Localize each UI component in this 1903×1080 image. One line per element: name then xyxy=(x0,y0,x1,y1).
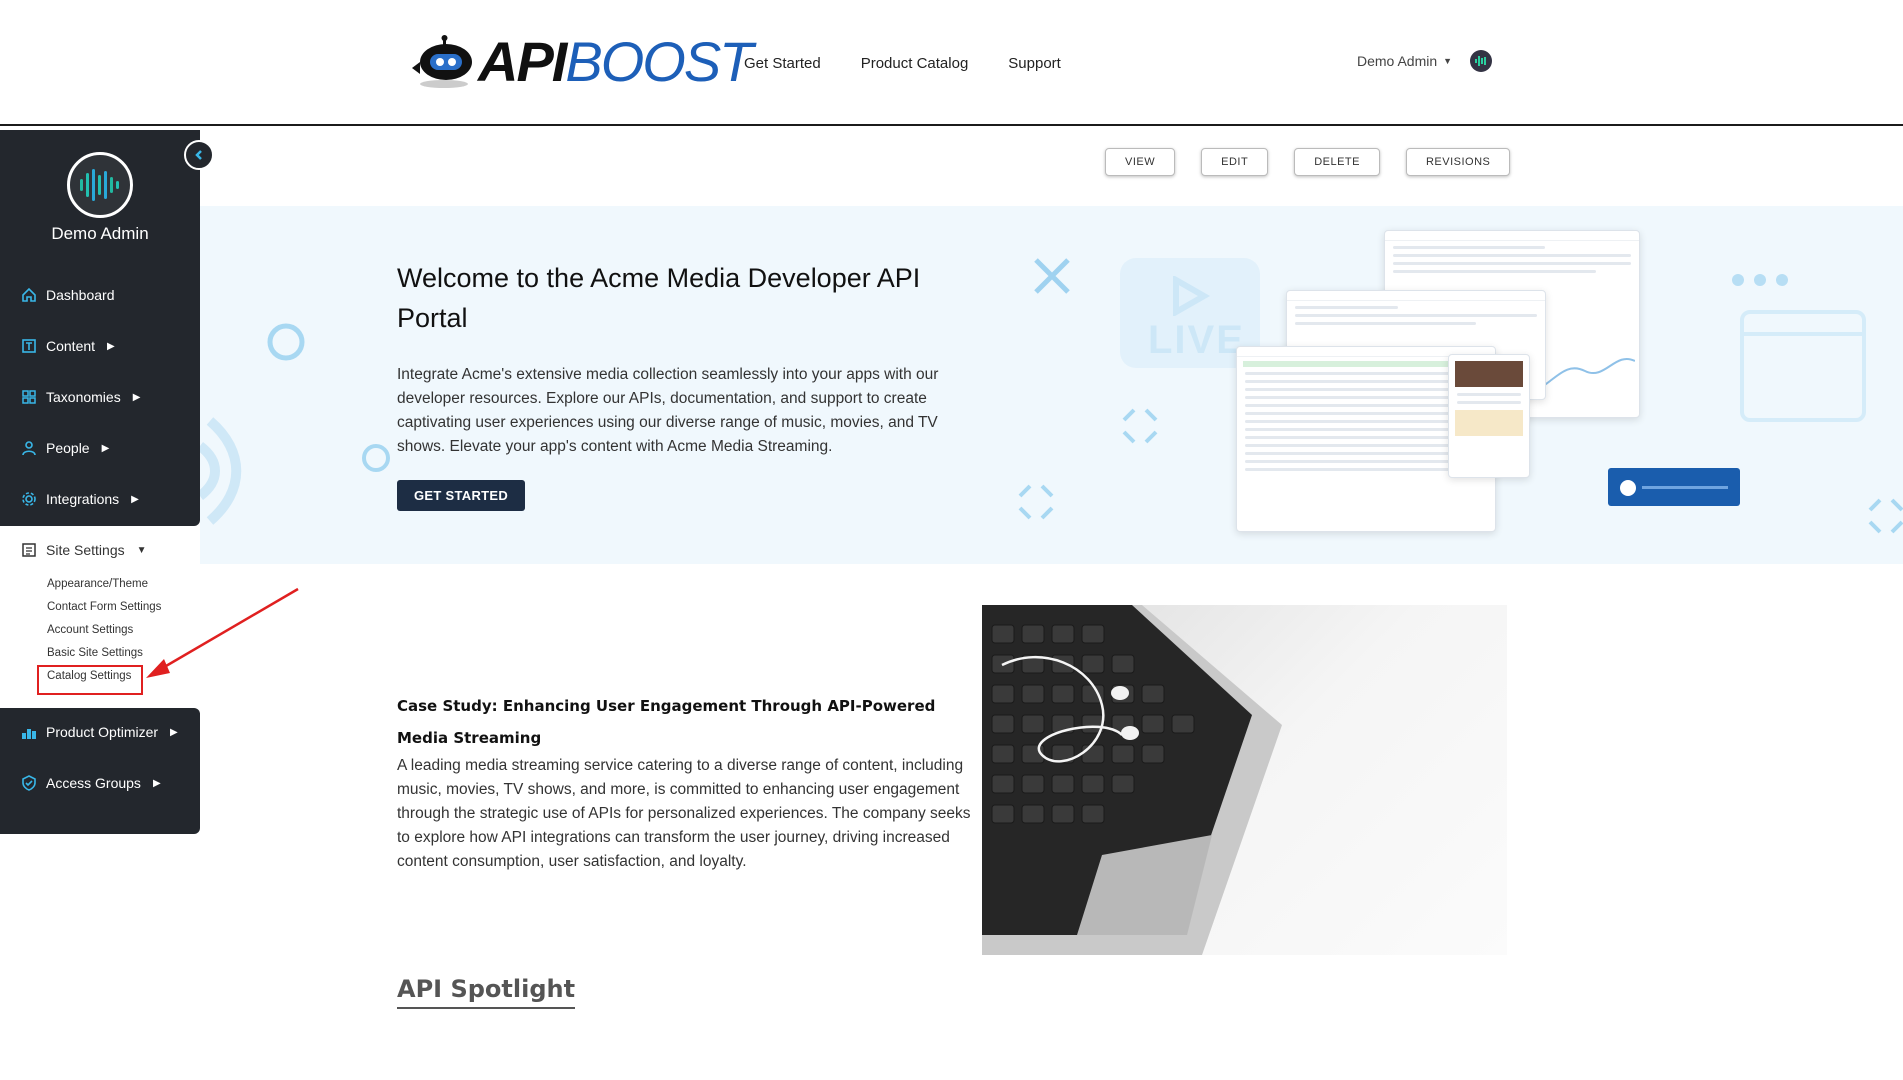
logo-api-text: API xyxy=(478,30,567,93)
node-actions: VIEW EDIT DELETE REVISIONS xyxy=(1105,148,1511,176)
sidebar-collapse-button[interactable] xyxy=(184,140,214,170)
chevron-right-icon: ▶ xyxy=(107,340,115,352)
sidebar-item-label: Taxonomies xyxy=(46,389,121,405)
hero-banner: LIVE Welcome to the Acme Media Developer… xyxy=(200,206,1903,564)
sidebar-item-integrations[interactable]: Integrations ▶ xyxy=(20,490,139,508)
optimizer-icon xyxy=(20,723,38,741)
sidebar-subitem-account[interactable]: Account Settings xyxy=(47,624,133,636)
sidebar-item-label: Access Groups xyxy=(46,775,141,791)
soundwave-deco-icon xyxy=(200,417,242,525)
case-study-title: Case Study: Enhancing User Engagement Th… xyxy=(397,697,936,747)
play-icon xyxy=(1173,276,1211,316)
case-study-description: A leading media streaming service cateri… xyxy=(397,757,971,870)
header-avatar[interactable] xyxy=(1470,50,1492,72)
edit-button[interactable]: EDIT xyxy=(1201,148,1269,176)
chevron-right-icon: ▶ xyxy=(132,391,141,403)
nav-product-catalog[interactable]: Product Catalog xyxy=(861,55,969,72)
sidebar-item-taxonomies[interactable]: Taxonomies ▶ xyxy=(20,388,140,406)
sidebar-subitem-basic-site[interactable]: Basic Site Settings xyxy=(47,647,143,659)
grid-icon xyxy=(20,388,38,406)
sidebar-item-label: Content xyxy=(46,338,96,354)
slider-deco xyxy=(1608,468,1740,506)
expand-deco-icon xyxy=(1018,484,1054,520)
live-badge: LIVE xyxy=(1148,318,1245,362)
close-deco-icon xyxy=(1034,258,1070,294)
line-chart-mockup-icon xyxy=(1535,358,1635,392)
sidebar-item-label: People xyxy=(46,440,90,456)
nav-support[interactable]: Support xyxy=(1008,55,1061,72)
soundwave-icon xyxy=(80,169,119,201)
circle-deco-icon xyxy=(362,444,390,472)
window-deco xyxy=(1740,310,1866,422)
sidebar-item-people[interactable]: People ▶ xyxy=(20,439,109,457)
nav-get-started[interactable]: Get Started xyxy=(744,55,821,72)
api-spotlight-heading: API Spotlight xyxy=(397,975,576,1009)
get-started-button[interactable]: GET STARTED xyxy=(397,480,526,511)
user-menu-label: Demo Admin xyxy=(1357,53,1438,69)
view-button[interactable]: VIEW xyxy=(1105,148,1176,176)
logo-boost-text: BOOST xyxy=(565,30,753,93)
red-arrow-annotation xyxy=(146,587,299,678)
hero-title: Welcome to the Acme Media Developer API … xyxy=(397,263,921,333)
home-icon xyxy=(20,286,38,304)
apiboost-logo[interactable]: APIBOOST xyxy=(410,30,753,93)
dots-deco-icon xyxy=(1732,274,1788,286)
sidebar-item-label: Dashboard xyxy=(46,287,115,303)
content-icon xyxy=(20,337,38,355)
chevron-right-icon: ▶ xyxy=(152,777,161,789)
circle-deco-icon xyxy=(267,323,305,361)
laptop-earbuds-image xyxy=(982,605,1507,955)
sidebar-item-label: Product Optimizer xyxy=(46,724,159,740)
person-icon xyxy=(20,439,38,457)
revisions-button[interactable]: REVISIONS xyxy=(1405,148,1511,176)
main-nav: Get Started Product Catalog Support xyxy=(744,55,1061,72)
robot-logo-icon xyxy=(410,34,478,90)
sidebar-item-dashboard[interactable]: Dashboard xyxy=(20,286,115,304)
expand-deco-icon xyxy=(1122,408,1158,444)
soundwave-icon xyxy=(1475,56,1486,66)
gear-icon xyxy=(20,490,38,508)
caret-down-icon: ▼ xyxy=(1443,56,1453,66)
sidebar-item-label: Site Settings xyxy=(46,542,125,558)
user-menu[interactable]: Demo Admin ▼ xyxy=(1357,53,1452,69)
top-header: APIBOOST Get Started Product Catalog Sup… xyxy=(0,0,1903,126)
chevron-right-icon: ▶ xyxy=(170,726,178,738)
hero-description: Integrate Acme's extensive media collect… xyxy=(397,366,939,455)
chevron-right-icon: ▶ xyxy=(101,442,110,454)
shield-icon xyxy=(20,774,38,792)
sidebar-user-name: Demo Admin xyxy=(51,224,149,243)
sidebar-item-access-groups[interactable]: Access Groups ▶ xyxy=(20,774,161,792)
sidebar-item-label: Integrations xyxy=(46,491,120,507)
sidebar-subitem-appearance[interactable]: Appearance/Theme xyxy=(47,578,148,590)
sidebar-item-product-optimizer[interactable]: Product Optimizer ▶ xyxy=(20,723,178,741)
sidebar-avatar[interactable] xyxy=(67,152,133,218)
expand-deco-icon xyxy=(1868,498,1903,534)
chevron-right-icon: ▶ xyxy=(131,493,139,505)
sidebar-item-content[interactable]: Content ▶ xyxy=(20,337,115,355)
highlight-annotation-box xyxy=(37,665,143,695)
chevron-left-icon xyxy=(195,150,202,160)
settings-list-icon xyxy=(20,541,38,559)
delete-button[interactable]: DELETE xyxy=(1294,148,1380,176)
chevron-down-icon: ▼ xyxy=(136,544,147,556)
media-card-mockup xyxy=(1448,354,1530,478)
sidebar-item-site-settings[interactable]: Site Settings ▼ xyxy=(20,541,147,559)
